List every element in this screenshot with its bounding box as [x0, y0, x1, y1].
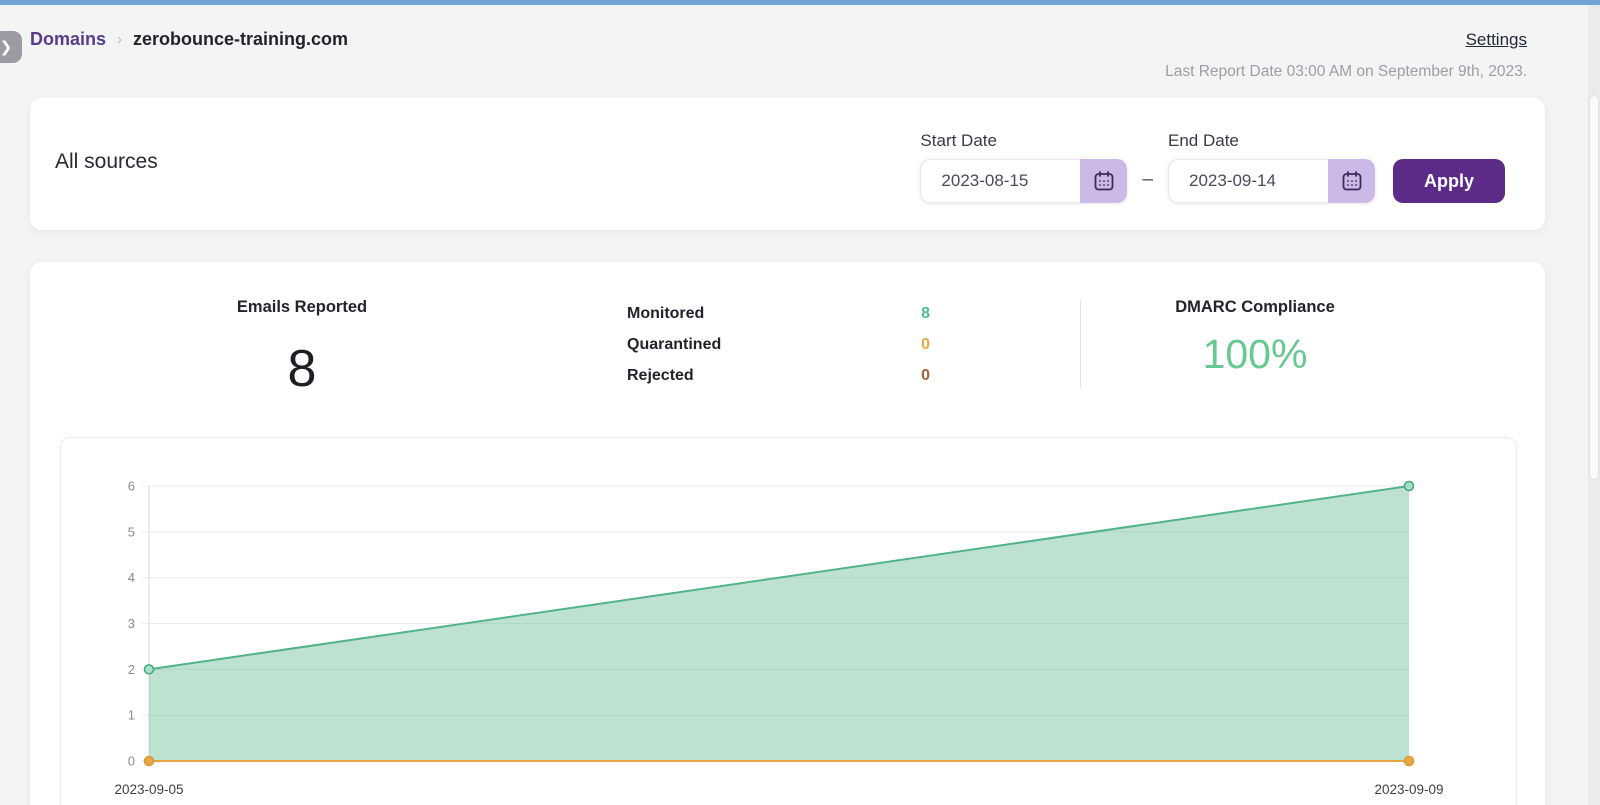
emails-reported-stat: Emails Reported 8: [182, 298, 422, 399]
quarantined-label: Quarantined: [627, 336, 721, 354]
dmarc-compliance-label: DMARC Compliance: [1155, 298, 1355, 317]
report-stats-card: Emails Reported 8 Monitored 8 Quarantine…: [30, 262, 1545, 805]
date-range-dash: –: [1142, 169, 1153, 191]
data-point-marker: [1405, 757, 1414, 766]
dmarc-compliance-stat: DMARC Compliance 100%: [1155, 298, 1355, 378]
x-tick-label: 2023-09-09: [1374, 782, 1443, 797]
end-date-field: End Date: [1168, 131, 1375, 203]
emails-reported-label: Emails Reported: [182, 298, 422, 317]
data-point-marker: [1405, 482, 1414, 491]
vertical-scrollbar-thumb[interactable]: [1589, 95, 1599, 480]
end-date-input[interactable]: [1168, 159, 1328, 203]
settings-link[interactable]: Settings: [1466, 30, 1527, 50]
y-tick-label: 4: [128, 570, 135, 585]
y-tick-label: 6: [128, 479, 135, 494]
breadcrumb-separator-icon: ›: [117, 31, 122, 48]
start-date-input[interactable]: [920, 159, 1080, 203]
stat-row-rejected: Rejected 0: [627, 366, 930, 386]
breadcrumb: Domains › zerobounce-training.com: [30, 29, 348, 50]
disposition-stats: Monitored 8 Quarantined 0 Rejected 0: [627, 304, 930, 386]
top-accent-strip: [0, 0, 1600, 5]
last-report-date-text: Last Report Date 03:00 AM on September 9…: [1165, 63, 1527, 81]
calendar-icon: [1340, 169, 1364, 193]
calendar-icon: [1092, 169, 1116, 193]
start-date-calendar-button[interactable]: [1080, 159, 1127, 203]
rejected-label: Rejected: [627, 367, 694, 385]
y-tick-label: 5: [128, 524, 135, 539]
chevron-right-icon: ❯: [0, 38, 12, 56]
x-tick-label: 2023-09-05: [114, 782, 183, 797]
end-date-calendar-button[interactable]: [1328, 159, 1375, 203]
apply-button[interactable]: Apply: [1393, 159, 1505, 203]
emails-reported-value: 8: [182, 339, 422, 399]
date-range-controls: Start Date – End Date: [920, 131, 1505, 203]
monitored-label: Monitored: [627, 305, 704, 323]
stat-row-quarantined: Quarantined 0: [627, 335, 930, 355]
sources-title: All sources: [55, 150, 158, 174]
emails-area-chart: 0 1 2 3 4 5 6 2023-09-05 2023-09-09: [61, 438, 1518, 805]
start-date-field: Start Date: [920, 131, 1127, 203]
rejected-value: 0: [921, 367, 930, 385]
y-tick-label: 1: [128, 708, 135, 723]
dmarc-compliance-value: 100%: [1155, 331, 1355, 378]
emails-chart-panel: 0 1 2 3 4 5 6 2023-09-05 2023-09-09: [60, 437, 1517, 805]
data-point-marker: [145, 757, 154, 766]
data-point-marker: [145, 665, 154, 674]
sources-filter-card: All sources Start Date –: [30, 98, 1545, 230]
breadcrumb-current-domain: zerobounce-training.com: [133, 29, 348, 50]
y-tick-label: 3: [128, 616, 135, 631]
stat-row-monitored: Monitored 8: [627, 304, 930, 324]
y-tick-label: 0: [128, 754, 135, 769]
quarantined-value: 0: [921, 336, 930, 354]
monitored-value: 8: [921, 305, 930, 323]
y-tick-label: 2: [128, 662, 135, 677]
end-date-label: End Date: [1168, 131, 1375, 151]
back-chevron-button[interactable]: ❯: [0, 31, 22, 63]
vertical-scrollbar-track[interactable]: [1588, 0, 1600, 805]
breadcrumb-domains-link[interactable]: Domains: [30, 29, 106, 50]
start-date-label: Start Date: [920, 131, 1127, 151]
stats-divider: [1080, 300, 1081, 388]
